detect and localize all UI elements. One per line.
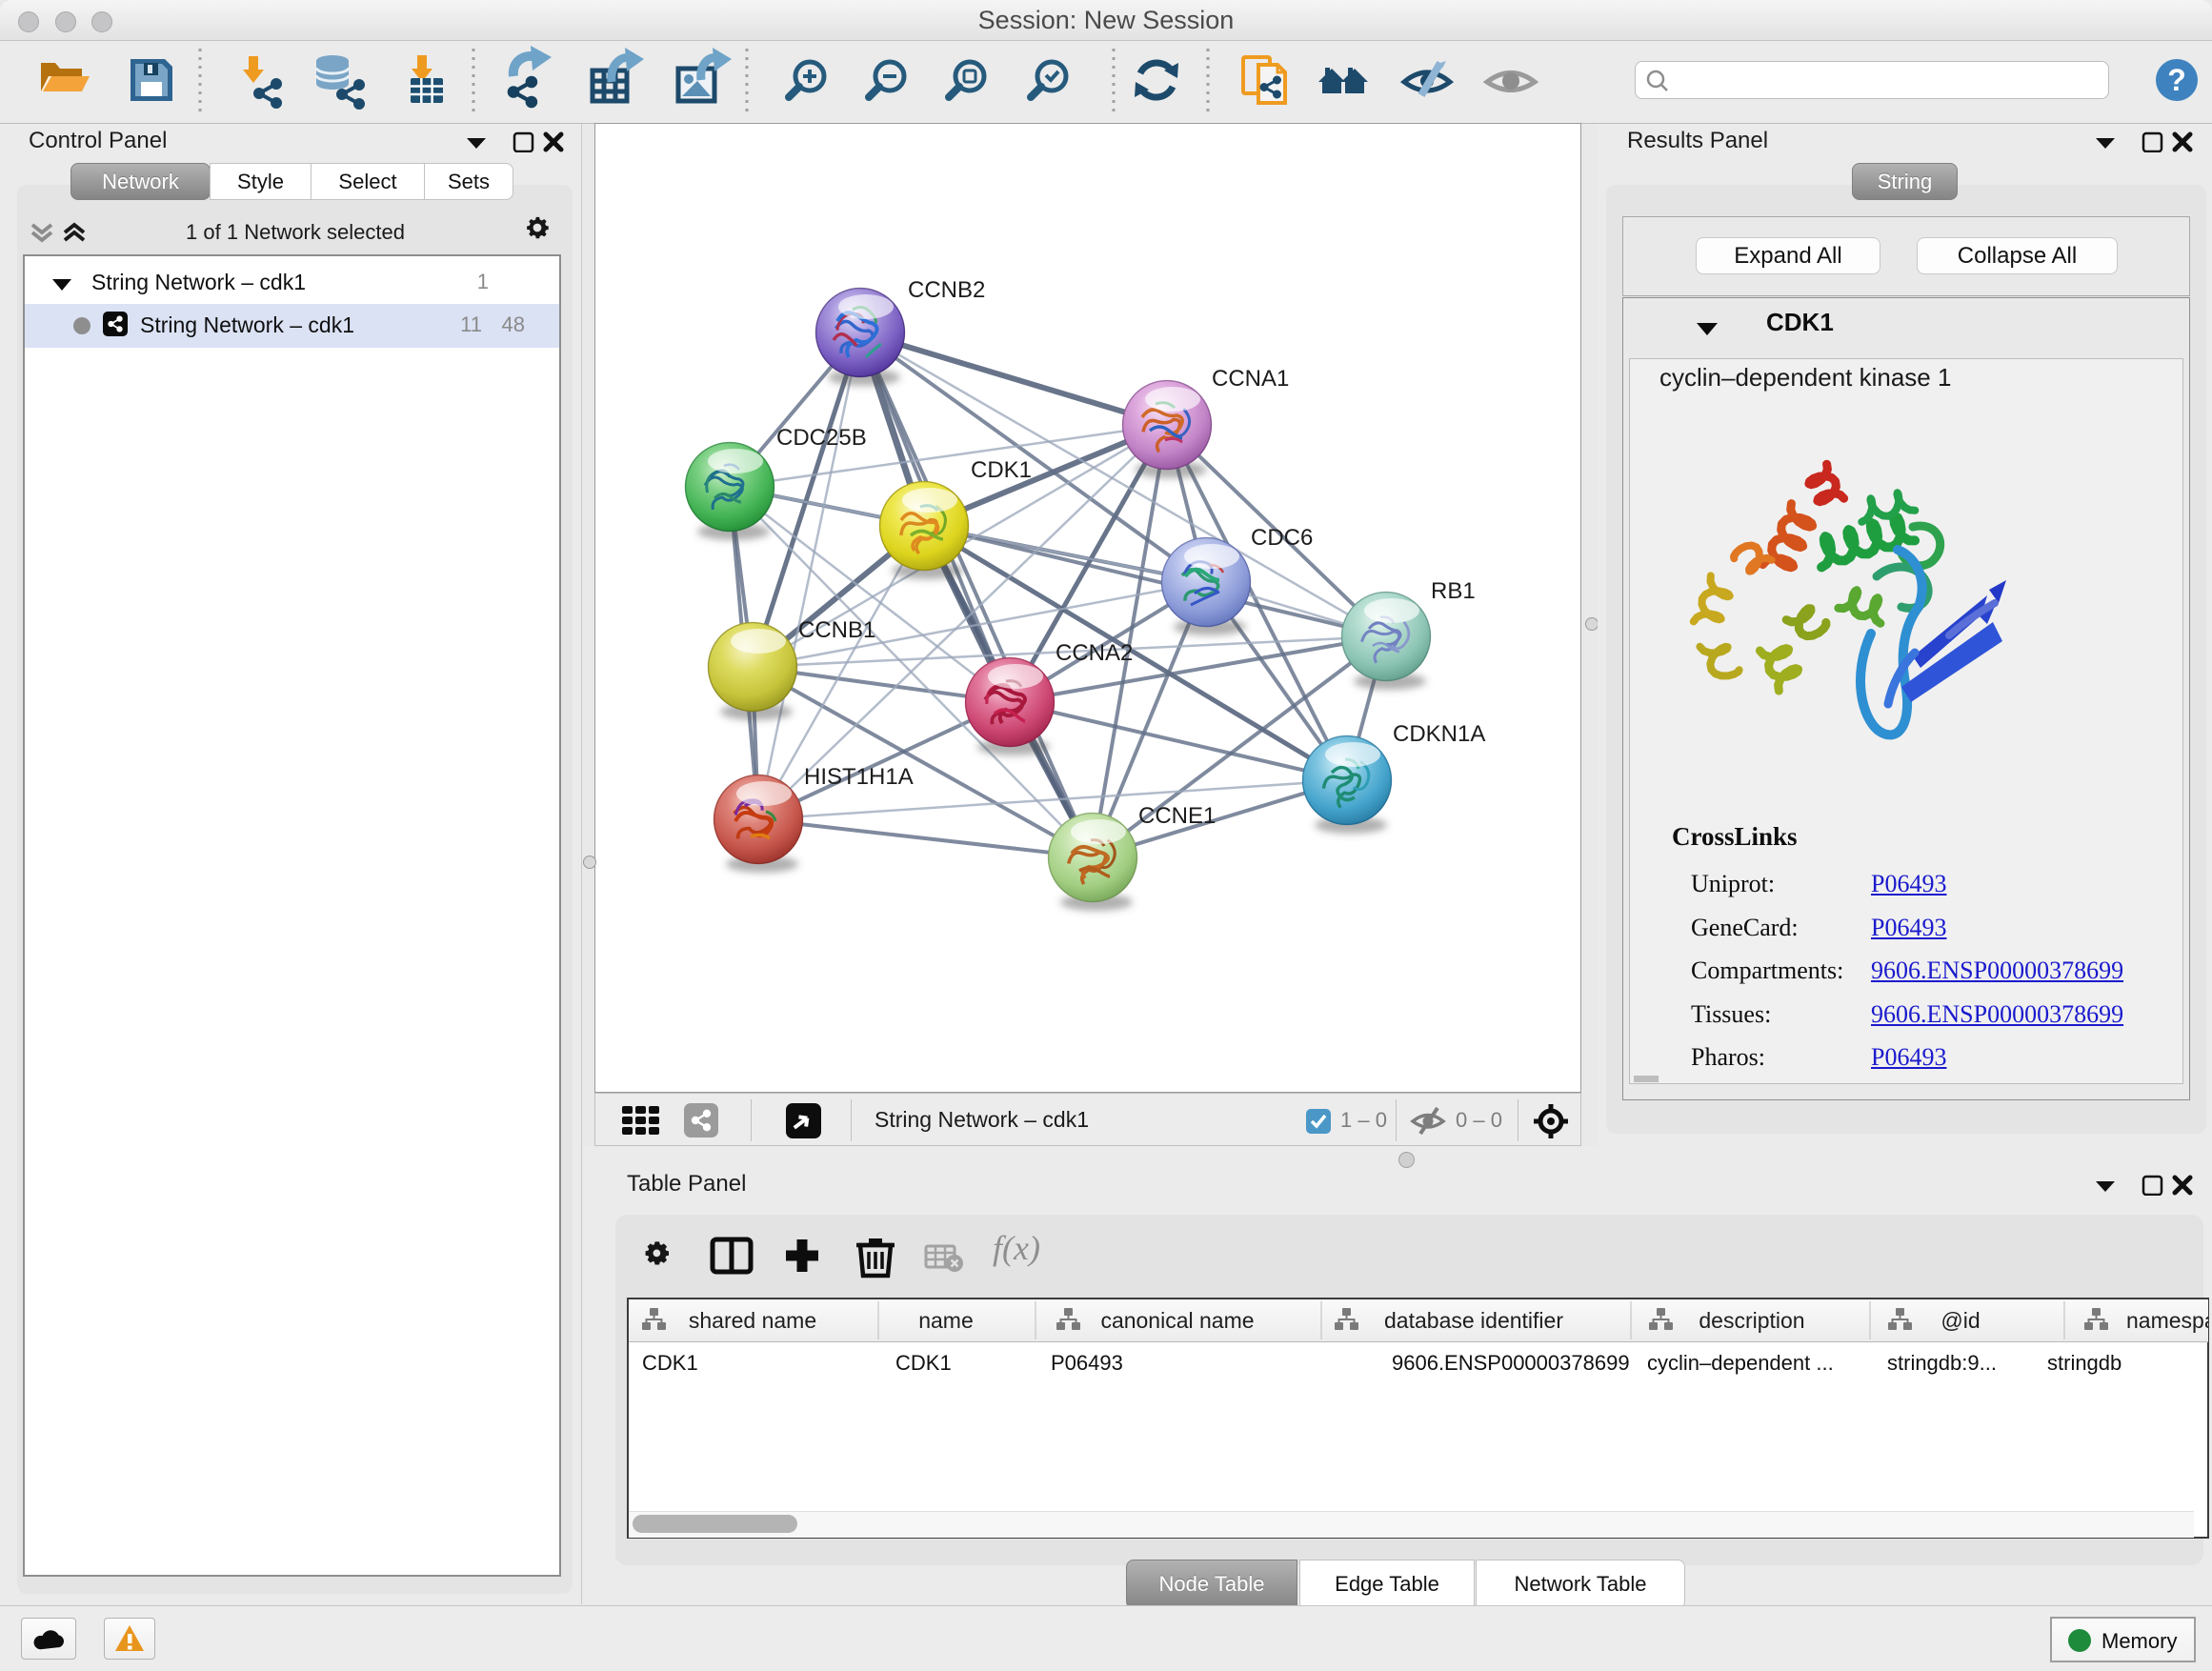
svg-text:CCNB2: CCNB2	[908, 277, 985, 303]
svg-text:database identifier: database identifier	[1384, 1308, 1563, 1333]
svg-text:canonical name: canonical name	[1100, 1308, 1254, 1333]
svg-text:CDC6: CDC6	[1251, 525, 1313, 551]
svg-text:CDC25B: CDC25B	[776, 425, 867, 451]
svg-text:CCNB1: CCNB1	[798, 617, 875, 643]
svg-text:CCNA2: CCNA2	[1056, 640, 1133, 666]
svg-text:HIST1H1A: HIST1H1A	[804, 764, 914, 790]
svg-text:description: description	[1699, 1308, 1804, 1333]
svg-text:CCNE1: CCNE1	[1138, 803, 1216, 829]
svg-text:CDKN1A: CDKN1A	[1393, 721, 1485, 747]
svg-text:shared name: shared name	[689, 1308, 816, 1333]
svg-text:CDK1: CDK1	[971, 457, 1032, 483]
svg-text:CCNA1: CCNA1	[1212, 366, 1289, 392]
svg-text:@id: @id	[1941, 1308, 1980, 1333]
svg-text:RB1: RB1	[1431, 578, 1476, 604]
svg-text:namespace: namespace	[2126, 1308, 2208, 1333]
svg-text:name: name	[918, 1308, 974, 1333]
svg-text:?: ?	[2167, 63, 2186, 97]
